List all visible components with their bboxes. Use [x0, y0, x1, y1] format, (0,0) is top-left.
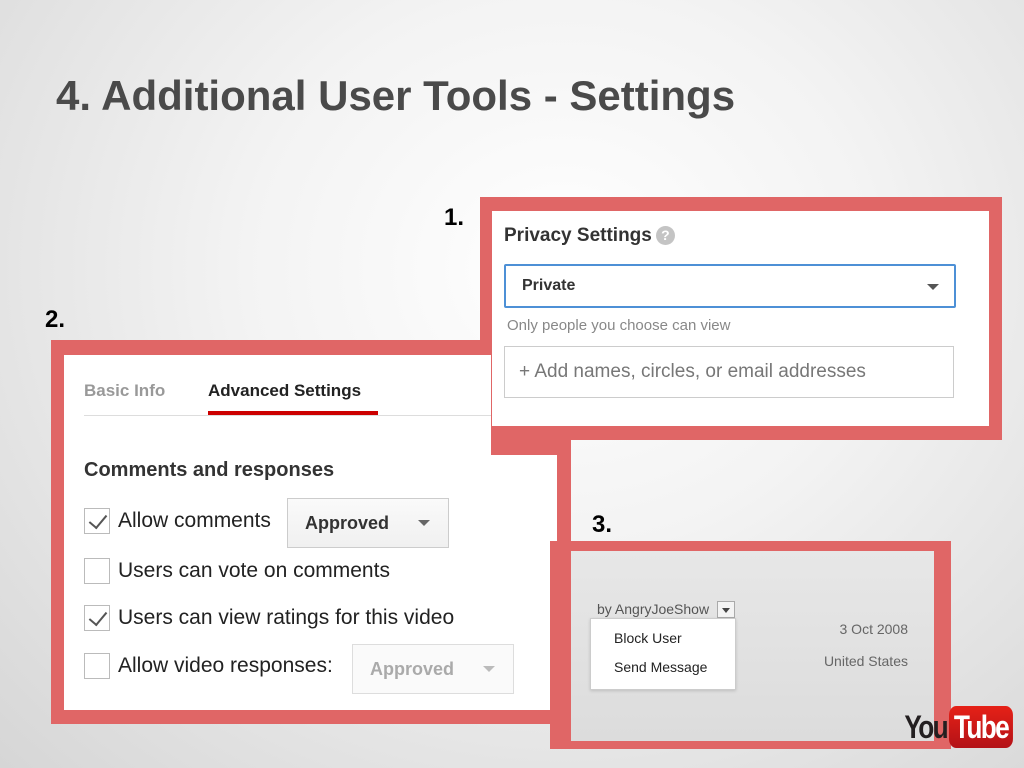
video-responses-dropdown[interactable]: Approved — [352, 644, 514, 694]
chevron-down-icon — [483, 666, 495, 672]
comments-section-heading: Comments and responses — [84, 459, 335, 481]
tab-divider — [84, 415, 491, 416]
chevron-down-icon — [927, 284, 939, 290]
published-date: 3 Oct 2008 — [839, 621, 909, 637]
chevron-down-icon — [418, 520, 430, 526]
privacy-dropdown-value: Private — [522, 277, 576, 294]
author-location: United States — [823, 653, 908, 669]
step-number-1: 1. — [444, 204, 465, 231]
video-author[interactable]: by AngryJoeShow — [597, 601, 709, 617]
menu-item-send-message[interactable]: Send Message — [614, 659, 707, 675]
view-ratings-label: Users can view ratings for this video — [118, 606, 455, 629]
youtube-logo: You Tube — [895, 706, 1024, 748]
video-responses-checkbox[interactable] — [84, 653, 110, 679]
video-responses-row: Allow video responses: — [84, 653, 333, 679]
share-with-input[interactable]: + Add names, circles, or email addresses — [504, 346, 954, 398]
chevron-down-icon — [722, 608, 730, 613]
allow-comments-row: Allow comments — [84, 508, 271, 534]
step-number-3: 3. — [592, 511, 613, 538]
allow-comments-checkbox[interactable] — [84, 508, 110, 534]
youtube-logo-you: You — [904, 708, 948, 745]
video-responses-value: Approved — [370, 659, 455, 679]
video-responses-label: Allow video responses: — [118, 654, 333, 677]
youtube-logo-tube: Tube — [949, 706, 1014, 748]
comments-approval-dropdown[interactable]: Approved — [287, 498, 449, 548]
vote-comments-checkbox[interactable] — [84, 558, 110, 584]
question-circle-icon[interactable]: ? — [655, 226, 675, 245]
tab-advanced-settings[interactable]: Advanced Settings — [208, 381, 361, 401]
user-context-menu: Block User Send Message — [590, 618, 736, 690]
user-menu-panel: by AngryJoeShow Block User Send Message … — [571, 551, 934, 741]
privacy-settings-panel: Privacy Settings? Private Only people yo… — [492, 211, 989, 426]
author-menu-button[interactable] — [717, 601, 735, 618]
menu-item-block-user[interactable]: Block User — [614, 630, 682, 646]
view-ratings-row: Users can view ratings for this video — [84, 605, 454, 631]
vote-comments-row: Users can vote on comments — [84, 558, 390, 584]
slide-title: 4. Additional User Tools - Settings — [56, 72, 736, 119]
allow-comments-label: Allow comments — [118, 509, 271, 532]
vote-comments-label: Users can vote on comments — [118, 559, 390, 582]
tab-basic-info[interactable]: Basic Info — [84, 381, 165, 401]
comments-approval-value: Approved — [305, 513, 390, 533]
privacy-settings-heading: Privacy Settings? — [504, 225, 675, 247]
view-ratings-checkbox[interactable] — [84, 605, 110, 631]
step-number-2: 2. — [45, 306, 66, 333]
active-tab-indicator — [208, 411, 378, 415]
privacy-dropdown[interactable]: Private — [504, 264, 956, 308]
privacy-heading-label: Privacy Settings — [504, 225, 652, 246]
privacy-help-text: Only people you choose can view — [507, 317, 731, 334]
share-input-placeholder: + Add names, circles, or email addresses — [519, 361, 866, 382]
